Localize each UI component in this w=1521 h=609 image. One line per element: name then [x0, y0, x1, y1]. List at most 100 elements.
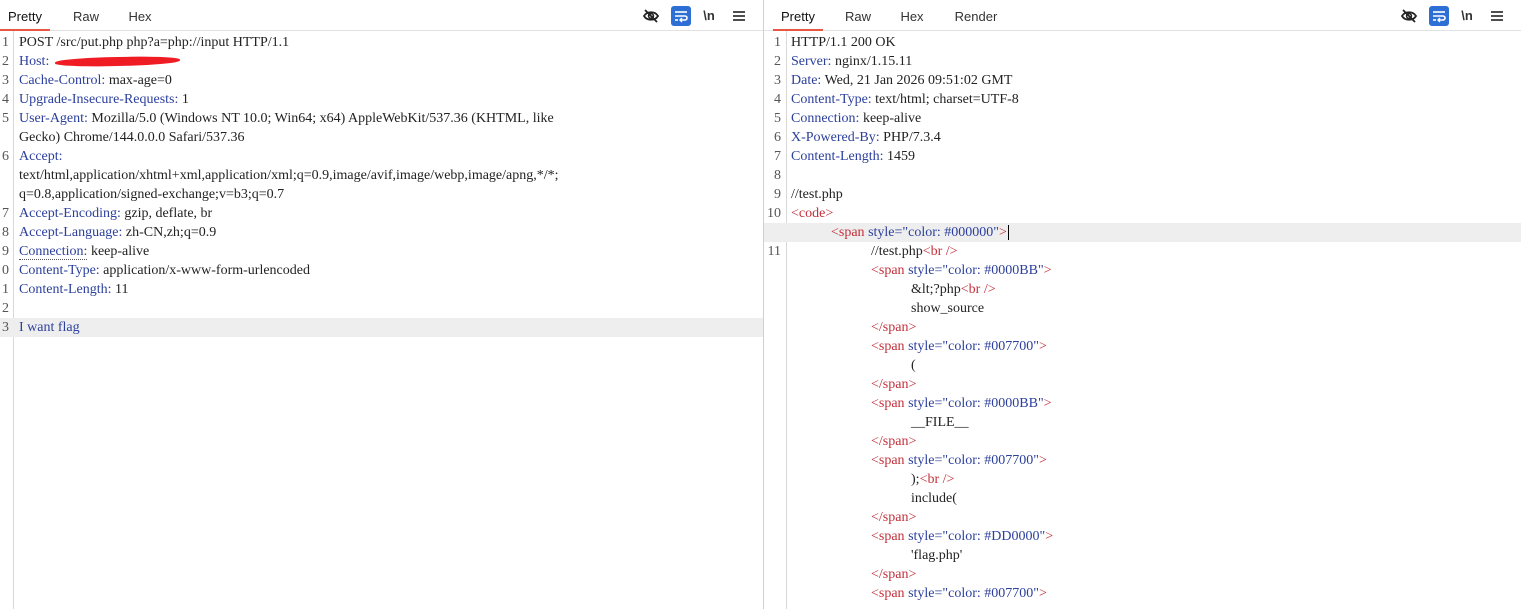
code-line: include( [764, 489, 1521, 508]
code-line: <span style="color: #000000"> [764, 223, 1521, 242]
html-attribute-value: "color: #000000" [902, 225, 999, 240]
html-tag-close: > [1043, 396, 1052, 411]
line-content: Cache-Control: max-age=0 [19, 71, 172, 90]
html-attribute-value: "color: #007700" [942, 586, 1039, 601]
code-line: 7 Accept-Encoding: gzip, deflate, br [0, 204, 763, 223]
hide-icon[interactable] [641, 6, 661, 26]
line-number: 5 [774, 111, 781, 126]
line-content: Accept-Encoding: gzip, deflate, br [19, 204, 212, 223]
header-value: keep-alive [87, 244, 150, 259]
header-name: Cache-Control: [19, 73, 106, 88]
line-number: 8 [774, 168, 781, 183]
response-tab-raw[interactable]: Raw [836, 0, 880, 30]
line-number: 3 [2, 320, 9, 335]
word-wrap-icon[interactable] [1429, 6, 1449, 26]
newline-toggle-icon[interactable]: \n [699, 6, 719, 26]
code-line: </span> [764, 375, 1521, 394]
code-line: 3 Cache-Control: max-age=0 [0, 71, 763, 90]
text: //test.php [871, 244, 923, 259]
line-content: </span> [791, 318, 916, 337]
line-content: Gecko) Chrome/144.0.0.0 Safari/537.36 [19, 128, 245, 147]
line-content: ( [791, 356, 916, 375]
line-number: 4 [774, 92, 781, 107]
text: HTTP/1.1 200 OK [791, 35, 896, 50]
html-attribute-value: "color: #0000BB" [942, 263, 1044, 278]
line-content: </span> [791, 565, 916, 584]
line-number: 6 [774, 130, 781, 145]
response-tab-render[interactable]: Render [946, 0, 1006, 30]
header-name: Accept-Encoding: [19, 206, 121, 221]
html-attribute: style= [904, 263, 943, 278]
response-toolbar: \n [1399, 6, 1509, 26]
header-name: Host: [19, 54, 50, 69]
line-number: 5 [2, 111, 9, 126]
code-line: 1 HTTP/1.1 200 OK [764, 33, 1521, 52]
menu-icon[interactable] [729, 6, 749, 26]
html-tag-close: > [1039, 339, 1047, 354]
html-tag-close: > [1039, 453, 1047, 468]
line-content: Content-Type: application/x-www-form-url… [19, 261, 310, 280]
line-content: &lt;?php<br /> [791, 280, 996, 299]
line-content: Connection: keep-alive [19, 242, 149, 261]
hide-icon[interactable] [1399, 6, 1419, 26]
line-content: </span> [791, 508, 916, 527]
header-value: Wed, 21 Jan 2026 09:51:02 GMT [821, 73, 1013, 88]
header-value: PHP/7.3.4 [879, 130, 941, 145]
code-line: 1 POST /src/put.php php?a=php://input HTT… [0, 33, 763, 52]
line-content: //test.php [791, 185, 843, 204]
line-content: <span style="color: #007700"> [791, 584, 1047, 603]
line-content: Content-Type: text/html; charset=UTF-8 [791, 90, 1019, 109]
line-content: I want flag [19, 318, 80, 337]
word-wrap-icon[interactable] [671, 6, 691, 26]
header-value: 1459 [883, 149, 916, 164]
request-tab-hex[interactable]: Hex [118, 0, 162, 30]
code-line: 5 User-Agent: Mozilla/5.0 (Windows NT 10.… [0, 109, 763, 128]
line-number: 7 [2, 206, 9, 221]
header-name: Upgrade-Insecure-Requests: [19, 92, 179, 107]
line-content: <span style="color: #DD0000"> [791, 527, 1053, 546]
text: &lt;?php [911, 282, 961, 297]
request-tab-bar: Pretty Raw Hex \n [0, 0, 763, 31]
code-line: q=0.8,application/signed-exchange;v=b3;q… [0, 185, 763, 204]
line-number: 1 [774, 35, 781, 50]
line-number: 10 [767, 206, 781, 221]
request-tab-pretty[interactable]: Pretty [0, 0, 50, 31]
code-line: 1 Content-Length: 11 [0, 280, 763, 299]
header-value: 1 [178, 92, 189, 107]
request-editor[interactable]: 1 POST /src/put.php php?a=php://input HTT… [0, 31, 763, 609]
html-tag: </span> [871, 567, 917, 582]
request-tab-raw[interactable]: Raw [64, 0, 108, 30]
code-line: 7 Content-Length: 1459 [764, 147, 1521, 166]
html-tag: </span> [871, 510, 917, 525]
code-line: show_source [764, 299, 1521, 318]
text: //test.php [791, 187, 843, 202]
header-name: Connection: [19, 244, 88, 260]
html-tag: </span> [871, 377, 917, 392]
code-line: </span> [764, 318, 1521, 337]
code-line: 4 Upgrade-Insecure-Requests: 1 [0, 90, 763, 109]
line-content: <span style="color: #007700"> [791, 451, 1047, 470]
code-line: &lt;?php<br /> [764, 280, 1521, 299]
code-line: 3 I want flag [0, 318, 763, 337]
header-value: nginx/1.15.11 [831, 54, 913, 69]
code-line: 2 Host: [0, 52, 763, 71]
menu-icon[interactable] [1487, 6, 1507, 26]
code-line: <span style="color: #0000BB"> [764, 394, 1521, 413]
request-lines: 1 POST /src/put.php php?a=php://input HTT… [0, 33, 763, 337]
header-value: application/x-www-form-urlencoded [99, 263, 310, 278]
text: 'flag.php' [911, 548, 963, 563]
text-cursor [1007, 225, 1009, 241]
line-number: 1 [2, 282, 9, 297]
response-lines: 1 HTTP/1.1 200 OK 2 Server: nginx/1.15.11 3 D… [764, 33, 1521, 603]
response-tab-hex[interactable]: Hex [890, 0, 934, 30]
line-content: //test.php<br /> [791, 242, 958, 261]
line-content: <span style="color: #0000BB"> [791, 394, 1052, 413]
header-name: Date: [791, 73, 822, 88]
newline-toggle-icon[interactable]: \n [1457, 6, 1477, 26]
response-editor[interactable]: 1 HTTP/1.1 200 OK 2 Server: nginx/1.15.11 3 D… [764, 31, 1521, 609]
code-line: 5 Connection: keep-alive [764, 109, 1521, 128]
code-line: 'flag.php' [764, 546, 1521, 565]
text: text/html,application/xhtml+xml,applicat… [19, 168, 559, 183]
header-name: Content-Length: [19, 282, 112, 297]
response-tab-pretty[interactable]: Pretty [773, 0, 823, 31]
